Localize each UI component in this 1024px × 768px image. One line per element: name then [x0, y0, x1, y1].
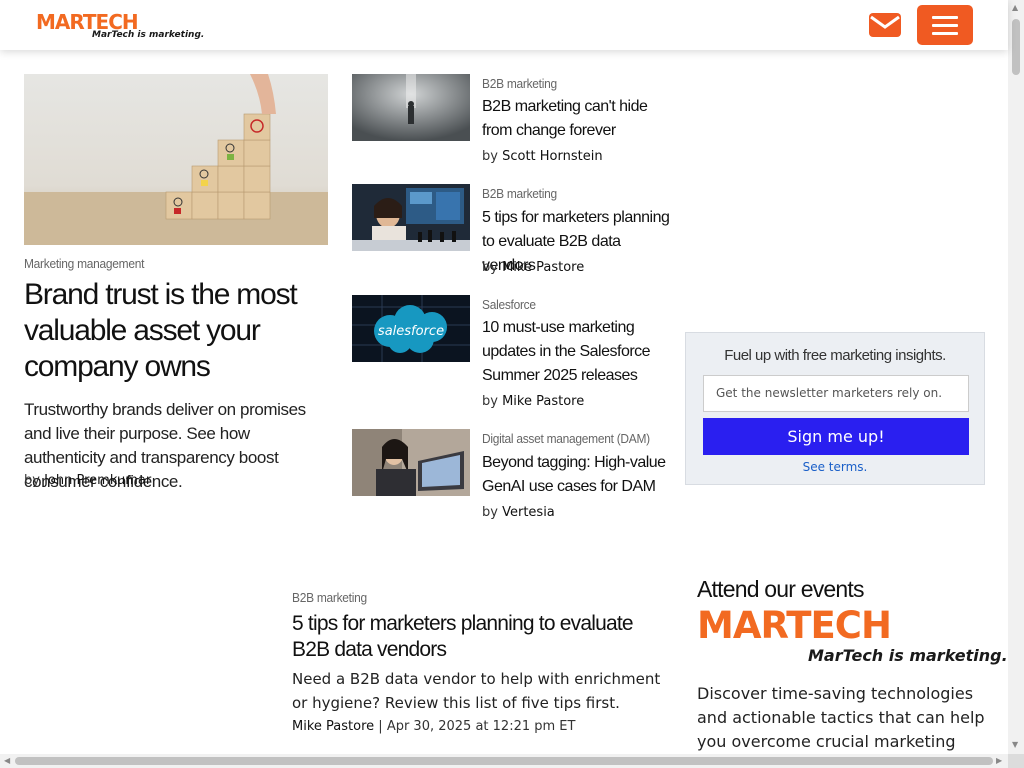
- author-link[interactable]: Vertesia: [502, 505, 555, 520]
- author-link[interactable]: Mike Pastore: [502, 394, 584, 409]
- article-category-link[interactable]: Salesforce: [482, 297, 536, 312]
- by-prefix: by: [24, 473, 40, 488]
- vertical-scrollbar[interactable]: ▲ ▼: [1008, 0, 1024, 754]
- event-logo-wordmark: MARTECH: [697, 604, 892, 647]
- article-thumbnail[interactable]: salesforce: [352, 295, 470, 362]
- author-link[interactable]: Mike Pastore: [502, 260, 584, 275]
- by-prefix: by: [482, 505, 498, 520]
- martech-event-logo[interactable]: MARTECH MarTech is marketing.: [697, 604, 1008, 668]
- featured-category-link[interactable]: Marketing management: [24, 256, 144, 271]
- newsletter-email-input[interactable]: Get the newsletter marketers rely on.: [703, 375, 969, 412]
- article-byline: Mike Pastore | Apr 30, 2025 at 12:21 pm …: [292, 719, 575, 734]
- hamburger-menu-button[interactable]: [917, 5, 973, 45]
- newsletter-envelope-button[interactable]: [868, 12, 902, 38]
- vertical-scroll-thumb[interactable]: [1012, 19, 1020, 75]
- by-prefix: by: [482, 149, 498, 164]
- hamburger-menu-icon: [932, 16, 958, 19]
- scroll-left-arrow-icon[interactable]: ◀: [4, 757, 10, 765]
- article-category-link[interactable]: Digital asset management (DAM): [482, 431, 650, 446]
- article-description: Need a B2B data vendor to help with enri…: [292, 670, 661, 712]
- article-title-link[interactable]: B2B marketing can't hide from change for…: [482, 95, 672, 143]
- article-thumbnail[interactable]: [352, 429, 470, 496]
- martech-logo[interactable]: MARTECH MarTech is marketing.: [36, 10, 204, 44]
- envelope-icon: [869, 13, 901, 37]
- see-terms-link[interactable]: See terms.: [686, 460, 984, 474]
- featured-byline: by John Premkumar: [24, 473, 151, 488]
- author-link[interactable]: John Premkumar: [44, 473, 151, 488]
- newsletter-heading: Fuel up with free marketing insights.: [724, 347, 946, 364]
- salesforce-logo-text: salesforce: [378, 324, 444, 339]
- sign-up-button[interactable]: Sign me up!: [703, 418, 969, 455]
- article-date: Apr 30, 2025 at 12:21 pm ET: [386, 719, 576, 734]
- horizontal-scroll-thumb[interactable]: [15, 757, 993, 765]
- article-title-link[interactable]: 5 tips for marketers planning to evaluat…: [292, 611, 672, 663]
- featured-article-title[interactable]: Brand trust is the most valuable asset y…: [24, 277, 328, 385]
- wooden-blocks-image: [24, 74, 328, 245]
- article-byline: by Mike Pastore: [482, 394, 584, 409]
- scroll-down-arrow-icon[interactable]: ▼: [1012, 741, 1018, 749]
- featured-article-image[interactable]: [24, 74, 328, 245]
- foggy-figure-image: [352, 74, 470, 141]
- article-byline: by Mike Pastore: [482, 260, 584, 275]
- article-title-link[interactable]: Beyond tagging: High-value GenAI use cas…: [482, 451, 672, 499]
- article-thumbnail[interactable]: [352, 74, 470, 141]
- horizontal-scrollbar[interactable]: ◀ ▶: [0, 754, 1008, 768]
- by-prefix: by: [482, 260, 498, 275]
- article-category-link[interactable]: B2B marketing: [482, 186, 557, 201]
- event-logo-tagline: MarTech is marketing.: [808, 646, 1008, 665]
- article-category-link[interactable]: B2B marketing: [292, 590, 367, 605]
- author-link[interactable]: Mike Pastore: [292, 719, 374, 734]
- analyst-chess-image: [352, 184, 470, 251]
- salesforce-logo-image: salesforce: [352, 295, 470, 362]
- article-title-link[interactable]: 10 must-use marketing updates in the Sal…: [482, 316, 672, 388]
- hamburger-line: [932, 32, 958, 35]
- scrollbar-corner: [1008, 754, 1024, 768]
- byline-separator: |: [378, 719, 383, 734]
- scroll-right-arrow-icon[interactable]: ▶: [996, 757, 1002, 765]
- woman-laptop-image: [352, 429, 470, 496]
- author-link[interactable]: Scott Hornstein: [502, 149, 602, 164]
- by-prefix: by: [482, 394, 498, 409]
- article-category-link[interactable]: B2B marketing: [482, 76, 557, 91]
- article-thumbnail[interactable]: [352, 184, 470, 251]
- scroll-up-arrow-icon[interactable]: ▲: [1012, 4, 1018, 12]
- article-byline: by Vertesia: [482, 505, 555, 520]
- logo-tagline: MarTech is marketing.: [92, 30, 205, 40]
- hamburger-line: [932, 24, 958, 27]
- newsletter-signup-box: Fuel up with free marketing insights. Ge…: [685, 332, 985, 485]
- events-heading: Attend our events: [697, 576, 864, 602]
- site-header: MARTECH MarTech is marketing.: [0, 0, 1008, 50]
- article-byline: by Scott Hornstein: [482, 149, 603, 164]
